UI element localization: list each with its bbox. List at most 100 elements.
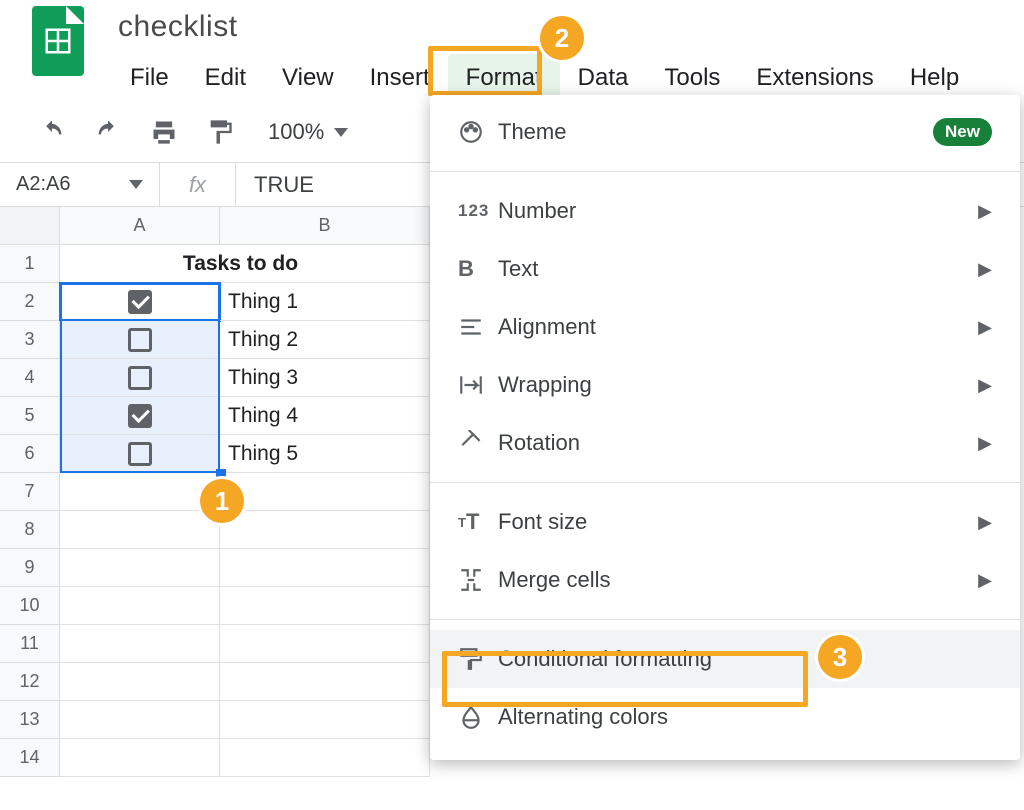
- menu-view[interactable]: View: [264, 54, 352, 102]
- palette-icon: [458, 119, 498, 145]
- column-header-A[interactable]: A: [60, 207, 220, 245]
- wrapping-icon: [458, 372, 498, 398]
- new-badge: New: [933, 118, 992, 146]
- name-box[interactable]: A2:A6: [0, 163, 160, 206]
- row-header[interactable]: 9: [0, 549, 60, 587]
- cell-task-label[interactable]: Thing 1: [220, 283, 430, 321]
- menu-file[interactable]: File: [112, 54, 187, 102]
- alignment-icon: [458, 314, 498, 340]
- print-button[interactable]: [148, 116, 180, 148]
- cell-empty[interactable]: [220, 587, 430, 625]
- cell-empty[interactable]: [60, 663, 220, 701]
- menu-label: Alignment: [498, 314, 978, 340]
- cell-task-label[interactable]: Thing 5: [220, 435, 430, 473]
- cell-empty[interactable]: [220, 625, 430, 663]
- row-header[interactable]: 2: [0, 283, 60, 321]
- zoom-value: 100%: [268, 119, 324, 145]
- checkbox-icon: [128, 366, 152, 390]
- cell-empty[interactable]: [220, 663, 430, 701]
- selection-handle[interactable]: [216, 469, 226, 479]
- menu-item-alignment[interactable]: Alignment ▶: [430, 298, 1020, 356]
- formula-input[interactable]: TRUE: [236, 172, 332, 198]
- row-header[interactable]: 8: [0, 511, 60, 549]
- row-header[interactable]: 1: [0, 245, 60, 283]
- font-size-icon: TT: [458, 509, 498, 535]
- menu-separator: [430, 171, 1020, 172]
- menu-item-wrapping[interactable]: Wrapping ▶: [430, 356, 1020, 414]
- chevron-right-icon: ▶: [978, 570, 992, 591]
- cell-task-label[interactable]: Thing 3: [220, 359, 430, 397]
- row-header[interactable]: 6: [0, 435, 60, 473]
- chevron-right-icon: ▶: [978, 433, 992, 454]
- annotation-badge-step1: 1: [200, 479, 244, 523]
- droplet-icon: [458, 704, 498, 730]
- chevron-right-icon: ▶: [978, 317, 992, 338]
- row-header[interactable]: 10: [0, 587, 60, 625]
- cell-task-label[interactable]: Thing 4: [220, 397, 430, 435]
- cell-empty[interactable]: [60, 473, 220, 511]
- format-menu: Theme New 123 Number ▶ B Text ▶ Alignmen…: [430, 95, 1020, 760]
- cell-empty[interactable]: [60, 511, 220, 549]
- row-header[interactable]: 11: [0, 625, 60, 663]
- row-header[interactable]: 12: [0, 663, 60, 701]
- cell-header[interactable]: Tasks to do: [60, 245, 430, 283]
- cell-checkbox[interactable]: [60, 321, 220, 359]
- cell-empty[interactable]: [60, 587, 220, 625]
- row-header[interactable]: 5: [0, 397, 60, 435]
- menu-edit[interactable]: Edit: [187, 54, 264, 102]
- redo-button[interactable]: [92, 116, 124, 148]
- merge-icon: [458, 567, 498, 593]
- menu-item-number[interactable]: 123 Number ▶: [430, 182, 1020, 240]
- menu-item-conditional-formatting[interactable]: Conditional formatting: [430, 630, 1020, 688]
- cell-empty[interactable]: [60, 625, 220, 663]
- chevron-down-icon: [129, 180, 143, 189]
- menu-item-theme[interactable]: Theme New: [430, 103, 1020, 161]
- paint-roller-icon: [458, 646, 498, 672]
- chevron-right-icon: ▶: [978, 259, 992, 280]
- cell-checkbox[interactable]: [60, 359, 220, 397]
- cell-empty[interactable]: [220, 549, 430, 587]
- checkbox-icon: [128, 404, 152, 428]
- bold-icon: B: [458, 256, 498, 282]
- cell-checkbox[interactable]: [60, 397, 220, 435]
- name-box-value: A2:A6: [16, 173, 70, 196]
- menu-item-text[interactable]: B Text ▶: [430, 240, 1020, 298]
- menu-item-alternating-colors[interactable]: Alternating colors: [430, 688, 1020, 746]
- column-header-B[interactable]: B: [220, 207, 430, 245]
- cell-task-label[interactable]: Thing 2: [220, 321, 430, 359]
- menu-item-rotation[interactable]: Rotation ▶: [430, 414, 1020, 472]
- cell-empty[interactable]: [60, 549, 220, 587]
- cell-empty[interactable]: [220, 701, 430, 739]
- row-header[interactable]: 13: [0, 701, 60, 739]
- checkbox-icon: [128, 328, 152, 352]
- cell-checkbox[interactable]: [60, 283, 220, 321]
- sheets-logo[interactable]: [32, 6, 84, 76]
- select-all-corner[interactable]: [0, 207, 60, 245]
- cell-empty[interactable]: [220, 511, 430, 549]
- annotation-badge-step3: 3: [818, 635, 862, 679]
- cell-empty[interactable]: [220, 739, 430, 777]
- zoom-dropdown[interactable]: 100%: [260, 119, 356, 145]
- row-header[interactable]: 7: [0, 473, 60, 511]
- cell-empty[interactable]: [220, 473, 430, 511]
- cell-empty[interactable]: [60, 701, 220, 739]
- menu-label: Number: [498, 198, 978, 224]
- annotation-badge-step2: 2: [540, 16, 584, 60]
- checkbox-icon: [128, 442, 152, 466]
- paint-format-button[interactable]: [204, 116, 236, 148]
- row-header[interactable]: 3: [0, 321, 60, 359]
- number-icon: 123: [458, 201, 498, 221]
- row-header[interactable]: 14: [0, 739, 60, 777]
- menu-separator: [430, 482, 1020, 483]
- menu-label: Theme: [498, 119, 933, 145]
- menu-label: Text: [498, 256, 978, 282]
- menu-label: Merge cells: [498, 567, 978, 593]
- cell-empty[interactable]: [60, 739, 220, 777]
- row-header[interactable]: 4: [0, 359, 60, 397]
- chevron-right-icon: ▶: [978, 512, 992, 533]
- menu-item-merge-cells[interactable]: Merge cells ▶: [430, 551, 1020, 609]
- cell-checkbox[interactable]: [60, 435, 220, 473]
- menu-item-font-size[interactable]: TT Font size ▶: [430, 493, 1020, 551]
- menu-label: Font size: [498, 509, 978, 535]
- undo-button[interactable]: [36, 116, 68, 148]
